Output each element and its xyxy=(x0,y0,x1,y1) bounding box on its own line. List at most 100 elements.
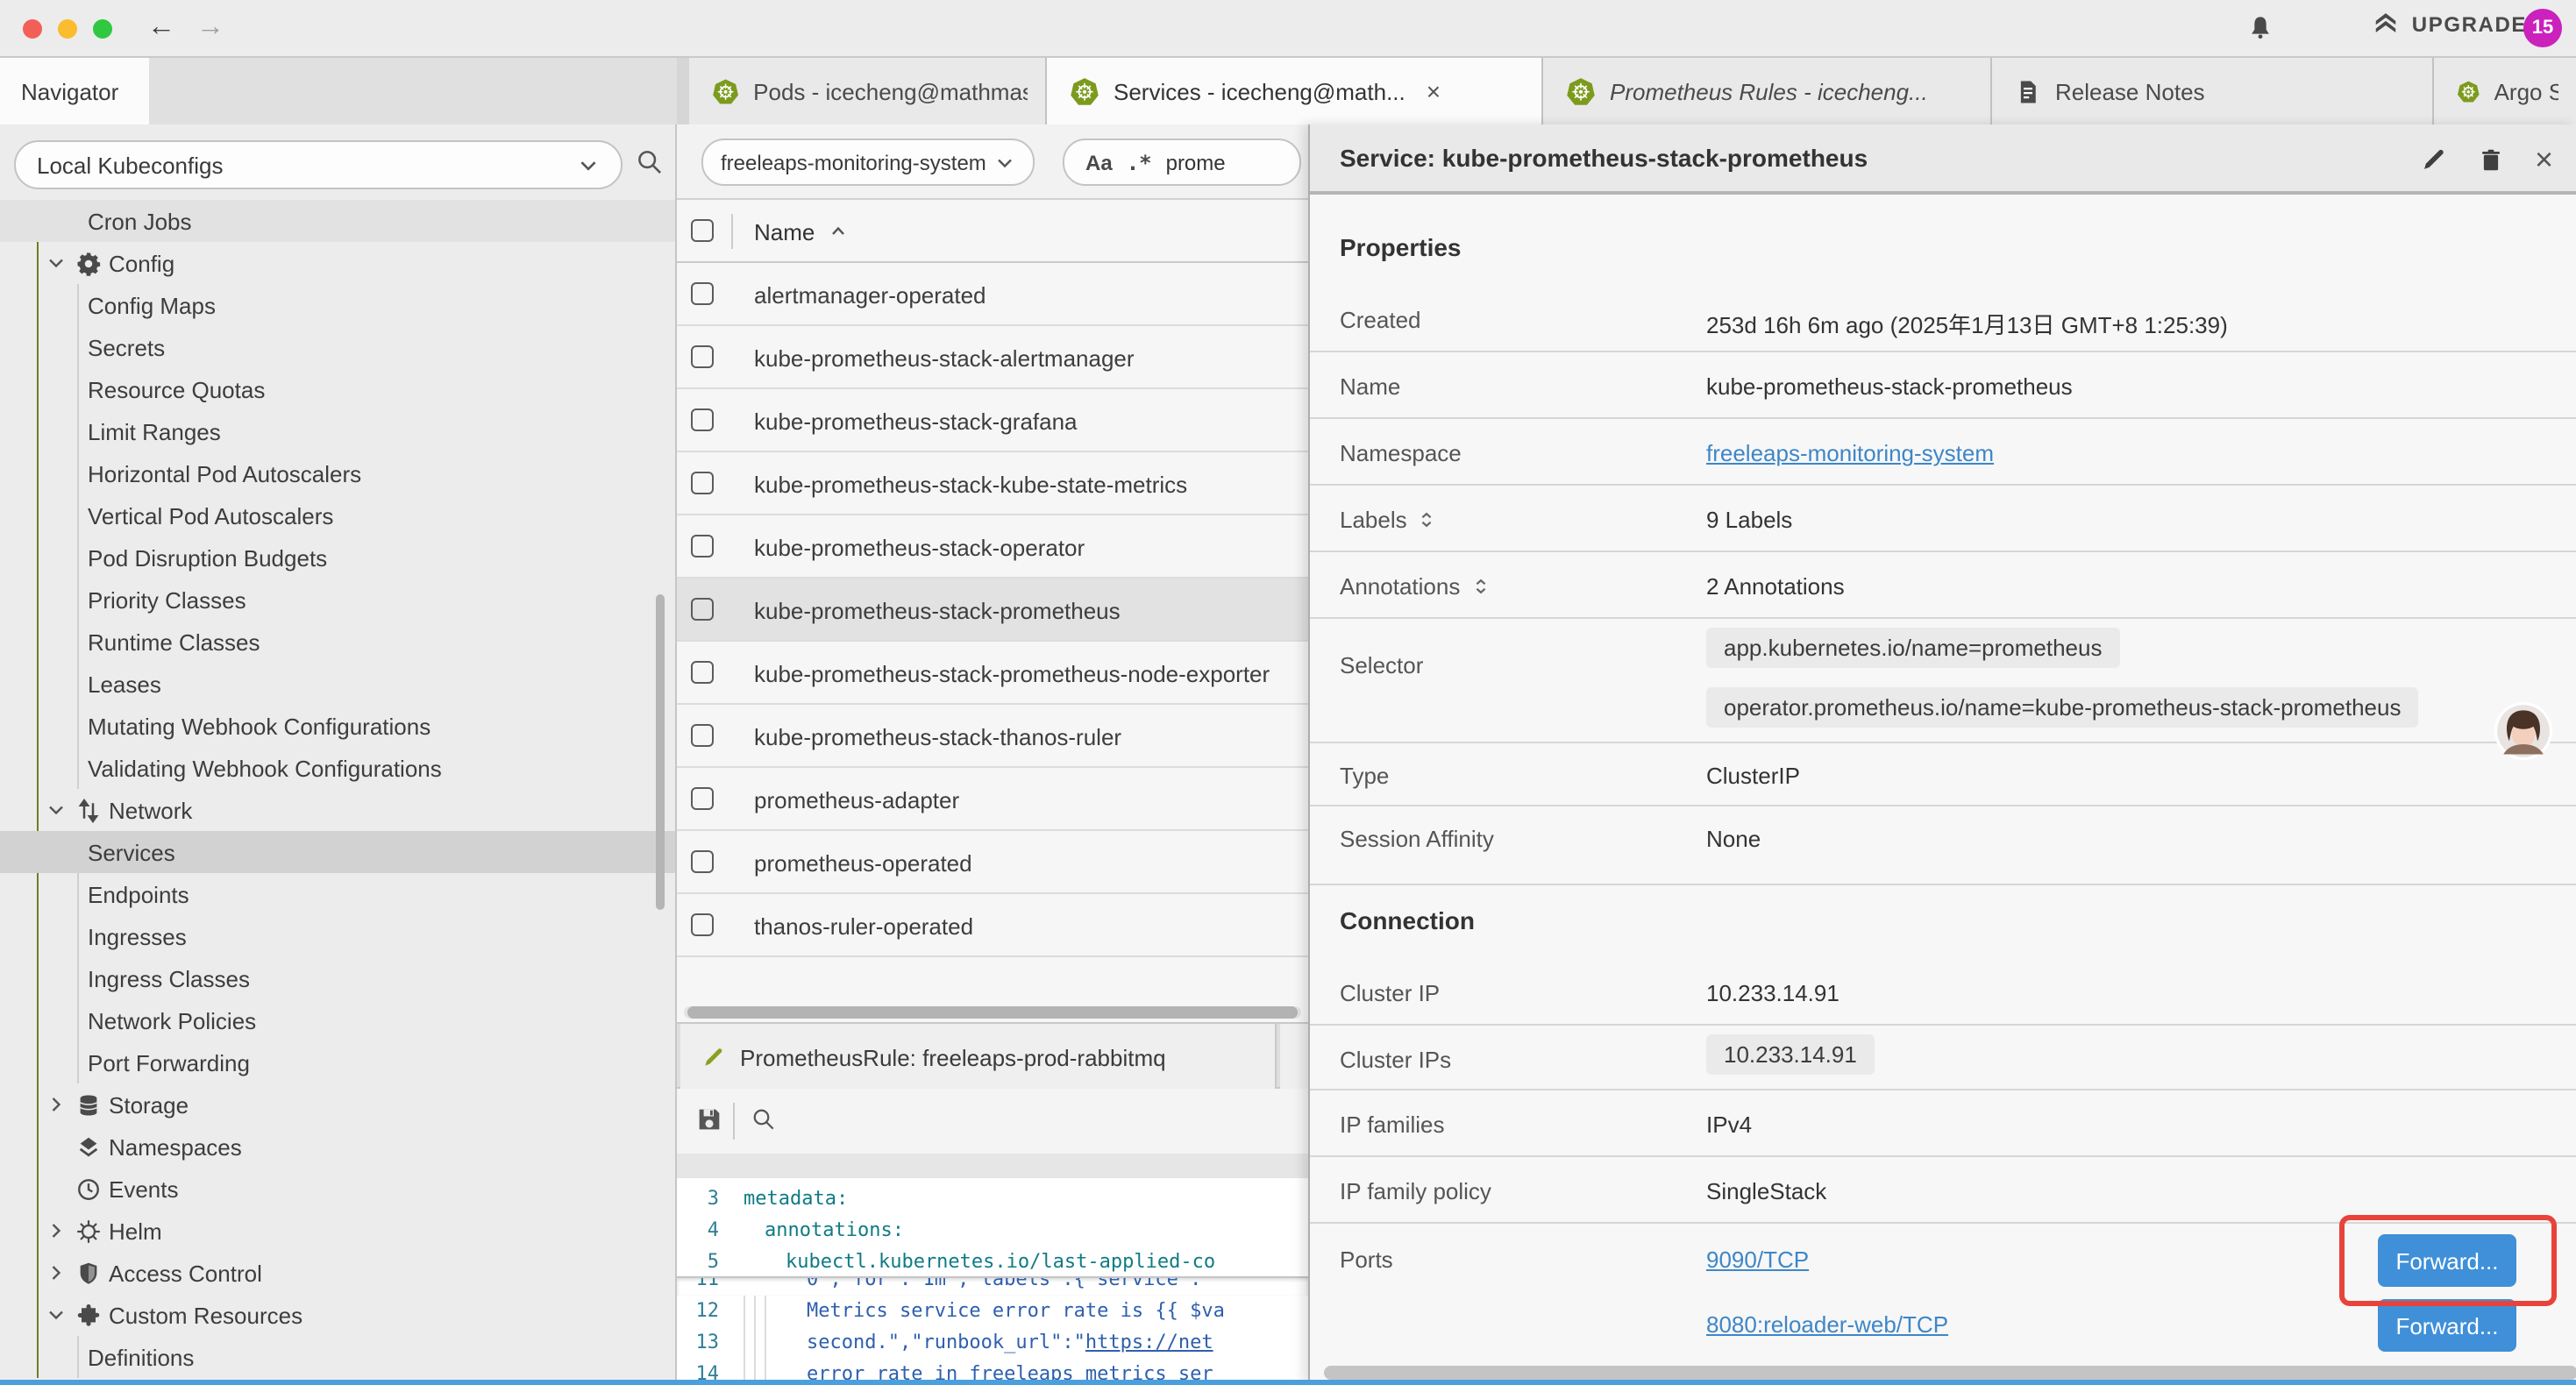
editor-search-icon[interactable] xyxy=(751,1106,777,1133)
tab-services[interactable]: Services - icecheng@math... × xyxy=(1047,58,1543,124)
sidebar-group-network[interactable]: Network xyxy=(0,789,677,831)
bottom-status-edge xyxy=(0,1380,2576,1385)
property-label: Created xyxy=(1340,307,1421,333)
sidebar-group-helm[interactable]: Helm xyxy=(0,1210,677,1252)
window-minimize-button[interactable] xyxy=(58,19,77,39)
table-row[interactable]: thanos-ruler-operated xyxy=(677,894,1308,957)
sidebar-group-storage[interactable]: Storage xyxy=(0,1083,677,1126)
tab-pods[interactable]: Pods - icecheng@mathmas... xyxy=(689,58,1047,124)
table-row[interactable]: kube-prometheus-stack-grafana xyxy=(677,389,1308,452)
sidebar-item-events[interactable]: Events xyxy=(0,1168,677,1210)
editor-tab-partial[interactable] xyxy=(1280,1024,1308,1090)
forward-button-8080[interactable]: Forward... xyxy=(2378,1299,2516,1352)
sidebar-item-priority-classes[interactable]: Priority Classes xyxy=(0,579,677,621)
editor-line: 4 annotations: xyxy=(677,1215,1308,1246)
sidebar-item-ingress-classes[interactable]: Ingress Classes xyxy=(0,957,677,999)
sidebar-item-secrets[interactable]: Secrets xyxy=(0,326,677,368)
code-fragment: second.","runbook_url":" xyxy=(807,1331,1085,1353)
tab-release-notes[interactable]: Release Notes xyxy=(1992,58,2434,124)
sidebar-item-mutating-webhook-configurations[interactable]: Mutating Webhook Configurations xyxy=(0,705,677,747)
kubeconfig-dropdown[interactable]: Local Kubeconfigs xyxy=(14,140,623,189)
expand-updown-icon[interactable] xyxy=(1418,508,1437,531)
close-drawer-icon[interactable]: × xyxy=(2535,144,2553,175)
table-row[interactable]: kube-prometheus-stack-operator xyxy=(677,515,1308,579)
row-checkbox[interactable] xyxy=(691,281,714,304)
back-arrow-icon[interactable]: ← xyxy=(144,11,179,46)
row-checkbox[interactable] xyxy=(691,849,714,872)
row-checkbox[interactable] xyxy=(691,723,714,746)
namespace-link[interactable]: freeleaps-monitoring-system xyxy=(1706,440,1994,466)
tab-argo[interactable]: Argo Se xyxy=(2434,58,2576,124)
sidebar-item-resource-quotas[interactable]: Resource Quotas xyxy=(0,368,677,410)
sidebar-item-validating-webhook-configurations[interactable]: Validating Webhook Configurations xyxy=(0,747,677,789)
sidebar-item-pod-disruption-budgets[interactable]: Pod Disruption Budgets xyxy=(0,536,677,579)
runbook-url-link[interactable]: https://net xyxy=(1085,1331,1213,1353)
sidebar-item-endpoints[interactable]: Endpoints xyxy=(0,873,677,915)
notifications-bell-icon[interactable] xyxy=(2246,14,2274,42)
save-icon[interactable] xyxy=(694,1104,724,1134)
namespace-dropdown[interactable]: freeleaps-monitoring-system xyxy=(701,138,1035,186)
port-link-9090[interactable]: 9090/TCP xyxy=(1706,1246,1809,1273)
row-checkbox[interactable] xyxy=(691,344,714,367)
row-checkbox[interactable] xyxy=(691,408,714,430)
sidebar-item-namespaces[interactable]: Namespaces xyxy=(0,1126,677,1168)
row-checkbox[interactable] xyxy=(691,786,714,809)
sidebar-group-custom-resources[interactable]: Custom Resources xyxy=(0,1294,677,1336)
expand-updown-icon[interactable] xyxy=(1470,575,1490,598)
regex-icon[interactable]: .* xyxy=(1127,150,1152,174)
select-all-checkbox[interactable] xyxy=(691,218,714,241)
sidebar-item-cron-jobs[interactable]: Cron Jobs xyxy=(0,200,677,242)
sidebar-item-network-policies[interactable]: Network Policies xyxy=(0,999,677,1041)
port-link-8080[interactable]: 8080:reloader-web/TCP xyxy=(1706,1311,1948,1338)
column-header-name[interactable]: Name xyxy=(754,200,848,263)
line-number: 12 xyxy=(677,1296,719,1327)
sidebar-item-runtime-classes[interactable]: Runtime Classes xyxy=(0,621,677,663)
filter-input[interactable]: Aa .* prome xyxy=(1063,138,1301,186)
assistant-avatar[interactable] xyxy=(2494,701,2553,761)
sidebar-item-services[interactable]: Services xyxy=(0,831,677,873)
row-checkbox[interactable] xyxy=(691,660,714,683)
table-row[interactable]: kube-prometheus-stack-kube-state-metrics xyxy=(677,452,1308,515)
table-row[interactable]: kube-prometheus-stack-thanos-ruler xyxy=(677,705,1308,768)
tab-prometheus-rules[interactable]: Prometheus Rules - icecheng... xyxy=(1543,58,1992,124)
tab-navigator[interactable]: Navigator xyxy=(0,58,149,124)
editor-tab-prometheusrule[interactable]: PrometheusRule: freeleaps-prod-rabbitmq xyxy=(680,1024,1277,1090)
drawer-horizontal-scrollbar[interactable] xyxy=(1324,1366,2576,1380)
sidebar-item-ingresses[interactable]: Ingresses xyxy=(0,915,677,957)
line-number: 13 xyxy=(677,1327,719,1359)
table-row[interactable]: prometheus-adapter xyxy=(677,768,1308,831)
row-checkbox[interactable] xyxy=(691,913,714,935)
sidebar-item-vertical-pod-autoscalers[interactable]: Vertical Pod Autoscalers xyxy=(0,494,677,536)
sidebar-item-leases[interactable]: Leases xyxy=(0,663,677,705)
table-horizontal-scrollbar[interactable] xyxy=(684,1006,1301,1019)
sidebar-item-limit-ranges[interactable]: Limit Ranges xyxy=(0,410,677,452)
table-row-selected[interactable]: kube-prometheus-stack-prometheus xyxy=(677,579,1308,642)
sidebar-scrollbar[interactable] xyxy=(656,594,665,910)
sidebar-group-config[interactable]: Config xyxy=(0,242,677,284)
sidebar-search-icon[interactable] xyxy=(635,147,665,177)
upgrade-button[interactable]: UPGRADE xyxy=(2373,11,2527,37)
table-row[interactable]: kube-prometheus-stack-prometheus-node-ex… xyxy=(677,642,1308,705)
sidebar-item-port-forwarding[interactable]: Port Forwarding xyxy=(0,1041,677,1083)
code-text: Metrics service error rate is {{ $va xyxy=(807,1296,1225,1327)
sidebar-item-config-maps[interactable]: Config Maps xyxy=(0,284,677,326)
sidebar-item-definitions[interactable]: Definitions xyxy=(0,1336,677,1378)
close-tab-icon[interactable]: × xyxy=(1427,79,1441,103)
row-checkbox[interactable] xyxy=(691,471,714,494)
table-row[interactable]: alertmanager-operated xyxy=(677,263,1308,326)
trash-icon[interactable] xyxy=(2479,146,2505,173)
table-row[interactable]: kube-prometheus-stack-alertmanager xyxy=(677,326,1308,389)
match-case-icon[interactable]: Aa xyxy=(1085,150,1113,174)
notification-count-badge[interactable]: 15 xyxy=(2523,9,2562,47)
table-row[interactable]: prometheus-operated xyxy=(677,831,1308,894)
forward-arrow-icon[interactable]: → xyxy=(193,11,228,46)
sidebar-item-horizontal-pod-autoscalers[interactable]: Horizontal Pod Autoscalers xyxy=(0,452,677,494)
window-close-button[interactable] xyxy=(23,19,42,39)
row-checkbox[interactable] xyxy=(691,534,714,557)
row-checkbox[interactable] xyxy=(691,597,714,620)
sidebar-group-access-control[interactable]: Access Control xyxy=(0,1252,677,1294)
yaml-editor[interactable]: 3 metadata: 4 annotations: 5 kubectl.kub… xyxy=(677,1178,1308,1380)
edit-pencil-icon[interactable] xyxy=(2421,146,2449,174)
editor-line: 11 0","for":"1m","labels":{"service": xyxy=(677,1276,1308,1296)
window-zoom-button[interactable] xyxy=(93,19,112,39)
